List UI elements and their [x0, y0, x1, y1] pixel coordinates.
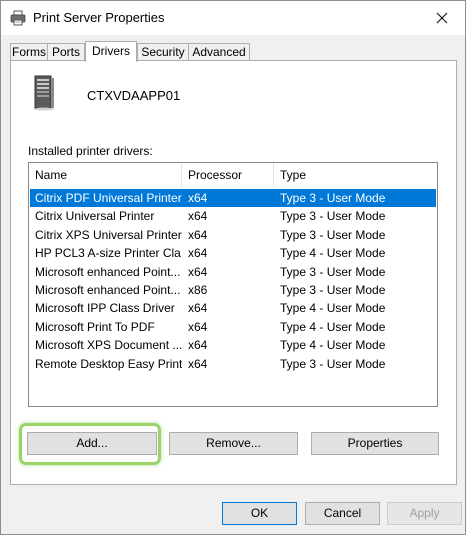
tab-drivers[interactable]: Drivers	[85, 41, 137, 62]
driver-name-cell: Citrix Universal Printer	[35, 209, 155, 224]
driver-name-cell: Citrix XPS Universal Printer	[35, 227, 182, 242]
driver-processor-cell: x64	[188, 319, 208, 334]
driver-processor-cell: x64	[188, 264, 208, 279]
driver-processor-cell: x64	[188, 356, 208, 371]
driver-type-cell: Type 3 - User Mode	[280, 209, 386, 224]
printer-icon	[10, 10, 26, 26]
driver-type-cell: Type 3 - User Mode	[280, 283, 386, 297]
driver-name-cell: HP PCL3 A-size Printer Cla...	[35, 246, 182, 261]
table-row[interactable]: HP PCL3 A-size Printer Cla... x64 Type 4 -…	[30, 244, 436, 262]
tab-ports[interactable]: Ports	[47, 43, 85, 60]
cancel-button[interactable]: Cancel	[305, 502, 380, 525]
window-title: Print Server Properties	[33, 10, 165, 25]
server-name: CTXVDAAPP01	[87, 88, 181, 103]
driver-processor-cell: x64	[188, 209, 208, 224]
driver-processor-cell: x86	[188, 283, 208, 297]
driver-type-cell: Type 3 - User Mode	[280, 356, 386, 371]
column-header-processor[interactable]: Processor	[182, 163, 274, 187]
drivers-panel: CTXVDAAPP01 Installed printer drivers: N…	[10, 60, 457, 485]
close-button[interactable]	[419, 1, 465, 35]
driver-type-cell: Type 3 - User Mode	[280, 264, 386, 279]
driver-type-cell: Type 4 - User Mode	[280, 246, 386, 261]
table-row[interactable]: Remote Desktop Easy Print x64 Type 3 - Use…	[30, 355, 436, 373]
driver-type-cell: Type 4 - User Mode	[280, 338, 386, 353]
apply-button[interactable]: Apply	[387, 502, 462, 525]
column-header-type[interactable]: Type	[274, 163, 437, 187]
driver-type-cell: Type 4 - User Mode	[280, 319, 386, 334]
close-icon	[436, 12, 448, 24]
driver-name-cell: Citrix PDF Universal Printer	[35, 191, 182, 205]
driver-processor-cell: x64	[188, 301, 208, 316]
driver-type-cell: Type 4 - User Mode	[280, 301, 386, 316]
table-row[interactable]: Citrix PDF Universal Printer x64 Type 3 - …	[30, 189, 436, 207]
table-row[interactable]: Microsoft XPS Document ... x64 Type 4 - Us…	[30, 336, 436, 354]
driver-processor-cell: x64	[188, 227, 208, 242]
drivers-list[interactable]: Name Processor Type Citrix PDF Universal…	[28, 162, 438, 407]
table-row[interactable]: Microsoft enhanced Point... x64 Type 3 - U…	[30, 263, 436, 281]
driver-processor-cell: x64	[188, 246, 208, 261]
table-row[interactable]: Citrix XPS Universal Printer x64 Type 3 - …	[30, 226, 436, 244]
add-button-highlight	[19, 423, 161, 465]
driver-name-cell: Microsoft Print To PDF	[35, 319, 155, 334]
tab-forms[interactable]: Forms	[10, 43, 48, 60]
ok-button[interactable]: OK	[222, 502, 297, 525]
column-header-name[interactable]: Name	[29, 163, 182, 187]
remove-button[interactable]: Remove...	[169, 432, 298, 455]
driver-name-cell: Remote Desktop Easy Print	[35, 356, 182, 371]
list-header: Name Processor Type	[29, 163, 437, 187]
driver-name-cell: Microsoft XPS Document ...	[35, 338, 182, 353]
driver-processor-cell: x64	[188, 191, 208, 205]
table-row[interactable]: Microsoft enhanced Point... x86 Type 3 - U…	[30, 281, 436, 299]
driver-processor-cell: x64	[188, 338, 208, 353]
title-bar: Print Server Properties	[1, 1, 465, 35]
properties-button[interactable]: Properties	[311, 432, 439, 455]
tab-advanced[interactable]: Advanced	[188, 43, 250, 60]
table-row[interactable]: Microsoft IPP Class Driver x64 Type 4 - Us…	[30, 299, 436, 317]
driver-name-cell: Microsoft enhanced Point...	[35, 264, 181, 279]
table-row[interactable]: Citrix Universal Printer x64 Type 3 - User…	[30, 207, 436, 225]
server-icon	[34, 75, 54, 111]
driver-name-cell: Microsoft IPP Class Driver	[35, 301, 175, 316]
driver-name-cell: Microsoft enhanced Point...	[35, 283, 181, 297]
installed-drivers-label: Installed printer drivers:	[28, 144, 153, 158]
print-server-properties-window: Print Server Properties Forms Ports Driv…	[0, 0, 466, 535]
tab-security[interactable]: Security	[137, 43, 189, 60]
driver-type-cell: Type 3 - User Mode	[280, 191, 386, 205]
driver-type-cell: Type 3 - User Mode	[280, 227, 386, 242]
table-row[interactable]: Microsoft Print To PDF x64 Type 4 - User M…	[30, 318, 436, 336]
